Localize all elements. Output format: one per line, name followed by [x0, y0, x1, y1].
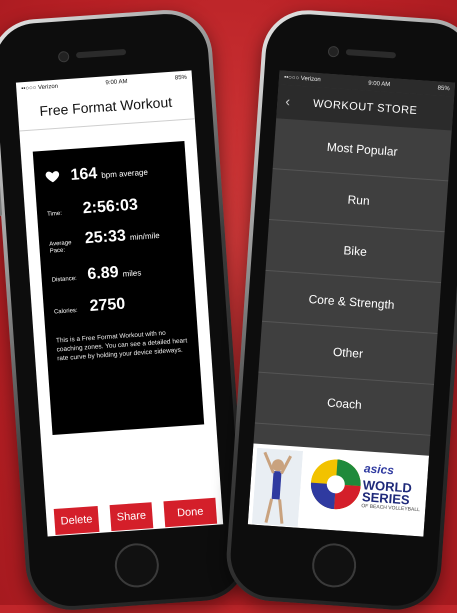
- heart-icon: [45, 171, 60, 183]
- heart-rate-row: 164 bpm average: [70, 162, 148, 185]
- menu-item-coach[interactable]: Coach: [254, 372, 434, 436]
- status-time: 9:00 AM: [105, 78, 128, 87]
- asics-brand-logo: asics: [363, 461, 395, 478]
- pace-value: 25:33: [84, 227, 127, 248]
- left-phone: ••○○○ Verizon 9:00 AM 85% Free Format Wo…: [0, 6, 251, 613]
- workout-description: This is a Free Format Workout with no co…: [55, 329, 188, 363]
- store-title: WORKOUT STORE: [312, 97, 418, 118]
- right-phone: ••○○○ Verizon 9:00 AM 85% ‹ WORKOUT STOR…: [223, 7, 457, 613]
- pace-row: Average Pace: 25:33 min/mile: [48, 225, 160, 256]
- store-menu: Most Popular Run Bike Core & Strength Ot…: [254, 118, 452, 436]
- delete-button[interactable]: Delete: [53, 505, 100, 535]
- chevron-left-icon[interactable]: ‹: [285, 93, 291, 109]
- volume-down-button: [0, 182, 3, 217]
- distance-row: Distance: 6.89 miles: [51, 262, 142, 286]
- battery-level: 85%: [174, 74, 188, 82]
- workout-stats-card: 164 bpm average Time: 2:56:03 Average Pa…: [32, 141, 205, 435]
- volleyball-logo-icon: [306, 455, 365, 514]
- pace-label: Average Pace:: [49, 240, 72, 255]
- distance-value: 6.89: [86, 263, 120, 284]
- time-label: Time:: [46, 210, 63, 218]
- calories-value: 2750: [89, 295, 126, 316]
- status-time: 9:00 AM: [367, 80, 391, 89]
- calories-row: Calories: 2750: [53, 296, 126, 319]
- workout-store-screen: ••○○○ Verizon 9:00 AM 85% ‹ WORKOUT STOR…: [247, 70, 456, 537]
- distance-label: Distance:: [51, 275, 77, 284]
- world-series-text: WORLD SERIES OF BEACH VOLLEYBALL: [361, 477, 422, 514]
- time-value: 2:56:03: [82, 196, 139, 218]
- share-button[interactable]: Share: [109, 502, 154, 532]
- battery-level: 85%: [437, 85, 450, 93]
- pace-unit: min/mile: [129, 230, 160, 243]
- volleyball-player-image: [251, 447, 304, 527]
- distance-unit: miles: [122, 268, 142, 279]
- workout-summary-screen: ••○○○ Verizon 9:00 AM 85% Free Format Wo…: [15, 70, 224, 537]
- heart-rate-unit: bpm average: [100, 167, 149, 180]
- carrier-signal: ••○○○ Verizon: [21, 83, 59, 93]
- heart-rate-value: 164: [69, 165, 98, 185]
- done-button[interactable]: Done: [163, 497, 218, 528]
- calories-label: Calories:: [53, 307, 78, 316]
- time-row: Time: 2:56:03: [46, 196, 138, 220]
- carrier-signal: ••○○○ Verizon: [283, 74, 321, 84]
- promo-banner[interactable]: asics WORLD SERIES OF BEACH VOLLEYBALL: [247, 443, 430, 537]
